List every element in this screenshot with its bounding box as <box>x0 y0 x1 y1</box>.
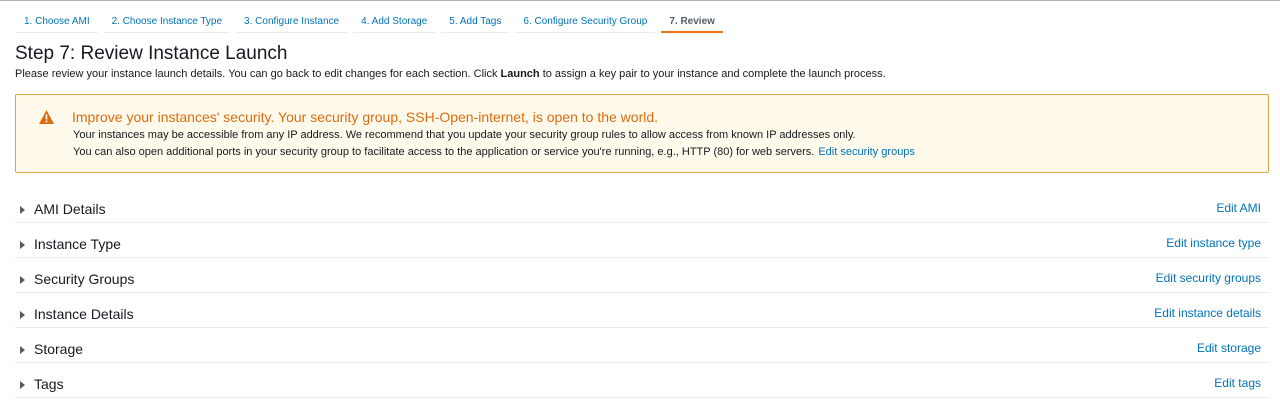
section-title: Security Groups <box>34 271 135 287</box>
caret-right-icon <box>20 311 25 319</box>
section-instance-details[interactable]: Instance Details Edit instance details <box>15 304 1269 328</box>
alert-title: Improve your instances' security. Your s… <box>72 109 659 125</box>
wizard-step-add-tags[interactable]: 5. Add Tags <box>441 12 510 33</box>
security-warning-alert: Improve your instances' security. Your s… <box>15 94 1269 173</box>
alert-message-line-2: You can also open additional ports in yo… <box>73 146 915 158</box>
intro-text-start: Please review your instance launch detai… <box>15 68 501 80</box>
wizard-step-add-storage[interactable]: 4. Add Storage <box>353 12 436 33</box>
edit-security-groups-link[interactable]: Edit security groups <box>818 146 915 158</box>
intro-text-end: to assign a key pair to your instance an… <box>539 68 886 80</box>
wizard-step-choose-instance-type[interactable]: 2. Choose Instance Type <box>103 12 231 33</box>
edit-tags-link[interactable]: Edit tags <box>1214 376 1261 390</box>
wizard-step-configure-instance[interactable]: 3. Configure Instance <box>236 12 348 33</box>
wizard-step-review[interactable]: 7. Review <box>661 12 723 33</box>
section-ami-details[interactable]: AMI Details Edit AMI <box>15 199 1269 223</box>
wizard-step-configure-security-group[interactable]: 6. Configure Security Group <box>515 12 656 33</box>
page-intro: Please review your instance launch detai… <box>15 68 886 80</box>
caret-right-icon <box>20 241 25 249</box>
caret-right-icon <box>20 381 25 389</box>
section-security-groups[interactable]: Security Groups Edit security groups <box>15 269 1269 293</box>
alert-message-line-1: Your instances may be accessible from an… <box>73 129 856 141</box>
edit-instance-details-link[interactable]: Edit instance details <box>1154 306 1261 320</box>
alert-message-line-2-text: You can also open additional ports in yo… <box>73 146 815 158</box>
section-title: Instance Type <box>34 236 121 252</box>
edit-security-groups-section-link[interactable]: Edit security groups <box>1156 271 1261 285</box>
wizard-steps: 1. Choose AMI 2. Choose Instance Type 3.… <box>16 12 729 33</box>
section-title: Storage <box>34 341 84 357</box>
section-title: Instance Details <box>34 306 134 322</box>
page-title: Step 7: Review Instance Launch <box>15 43 288 64</box>
section-storage[interactable]: Storage Edit storage <box>15 339 1269 363</box>
top-divider <box>0 0 1280 1</box>
caret-right-icon <box>20 346 25 354</box>
section-instance-type[interactable]: Instance Type Edit instance type <box>15 234 1269 258</box>
section-title: AMI Details <box>34 201 106 217</box>
edit-ami-link[interactable]: Edit AMI <box>1216 201 1261 215</box>
section-title: Tags <box>34 376 64 392</box>
caret-right-icon <box>20 206 25 214</box>
edit-storage-link[interactable]: Edit storage <box>1197 341 1261 355</box>
warning-icon <box>39 110 54 124</box>
intro-launch-bold: Launch <box>500 68 540 80</box>
wizard-step-choose-ami[interactable]: 1. Choose AMI <box>16 12 98 33</box>
section-tags[interactable]: Tags Edit tags <box>15 374 1269 398</box>
caret-right-icon <box>20 276 25 284</box>
edit-instance-type-link[interactable]: Edit instance type <box>1166 236 1261 250</box>
